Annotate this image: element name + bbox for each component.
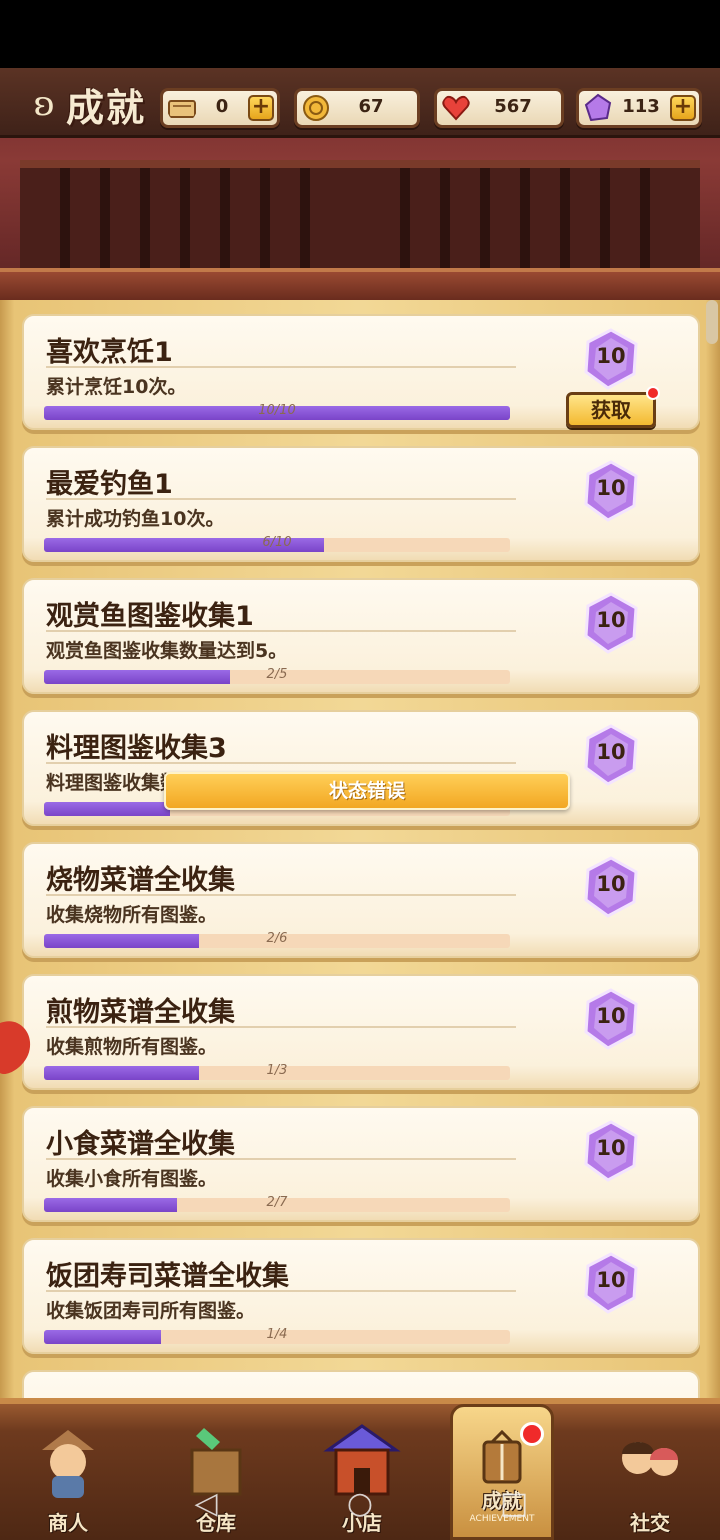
add-ticket-button[interactable]: + <box>248 95 274 121</box>
page-title-text: 成就 <box>66 84 147 130</box>
scrollbar[interactable] <box>706 300 718 344</box>
wall-slat <box>600 168 610 268</box>
merchant-icon <box>42 1430 94 1498</box>
reward-amount: 10 <box>596 1004 626 1028</box>
nav-merchant[interactable]: 商人 <box>8 1410 128 1540</box>
divider <box>46 498 516 500</box>
add-gem-button[interactable]: + <box>670 95 696 121</box>
ticket-icon <box>168 100 196 118</box>
reward-amount: 10 <box>596 872 626 896</box>
gem-value: 113 <box>622 96 660 117</box>
heart-value: 567 <box>494 96 532 117</box>
red-leaf-decoration <box>0 1015 34 1079</box>
achievement-card[interactable]: 喜欢烹饪1 累计烹饪10次。 10/10 10 获取 <box>22 314 700 430</box>
achievement-card[interactable]: 观赏鱼图鉴收集1 观赏鱼图鉴收集数量达到5。 2/5 10 <box>22 578 700 694</box>
divider <box>46 762 516 764</box>
divider <box>46 1290 516 1292</box>
achievement-description: 观赏鱼图鉴收集数量达到5。 <box>46 640 288 662</box>
wall-slat <box>180 168 190 268</box>
ticket-value: 0 <box>215 96 229 117</box>
wall-slat <box>140 168 150 268</box>
reward-amount: 10 <box>596 1136 626 1160</box>
achievement-description: 收集饭团寿司所有图鉴。 <box>46 1300 256 1322</box>
wall-slat <box>400 168 410 268</box>
divider <box>46 1026 516 1028</box>
achievement-list[interactable]: 喜欢烹饪1 累计烹饪10次。 10/10 10 获取 最爱钓鱼1 累计成功钓鱼1… <box>0 300 720 1400</box>
ticket-counter: 0 + <box>160 88 280 128</box>
wall-slat <box>520 168 530 268</box>
wall-slat <box>60 168 70 268</box>
wall-slat <box>100 168 110 268</box>
achievement-name: 小食菜谱全收集 <box>46 1129 235 1160</box>
achievement-description: 收集烧物所有图鉴。 <box>46 904 218 926</box>
wall-slat <box>440 168 450 268</box>
achievement-description: 累计烹饪10次。 <box>46 376 187 398</box>
page-title: ʚ 成就 <box>22 78 146 130</box>
toast-text: 状态错误 <box>328 780 405 802</box>
heart-icon <box>442 95 470 121</box>
progress-text: 1/3 <box>266 1063 288 1078</box>
achievement-card[interactable]: 最爱钓鱼1 累计成功钓鱼10次。 6/10 10 <box>22 446 700 562</box>
error-toast: 状态错误 <box>164 772 570 810</box>
achievement-name: 烧物菜谱全收集 <box>46 865 235 896</box>
wall-slat <box>560 168 570 268</box>
achievement-name: 喜欢烹饪1 <box>46 337 173 368</box>
achievement-description: 累计成功钓鱼10次。 <box>46 508 225 530</box>
progress-text: 10/10 <box>258 403 296 418</box>
notification-badge <box>520 1422 544 1446</box>
wall-rail <box>0 268 720 300</box>
heart-counter: 567 <box>434 88 564 128</box>
achievement-card[interactable]: 小食菜谱全收集 收集小食所有图鉴。 2/7 10 <box>22 1106 700 1222</box>
claim-button[interactable]: 获取 <box>566 392 656 428</box>
system-back-icon[interactable]: ◁ <box>186 1484 226 1524</box>
achievement-name: 煎物菜谱全收集 <box>46 997 235 1028</box>
notification-dot <box>646 386 660 400</box>
achievement-card[interactable]: 煎物菜谱全收集 收集煎物所有图鉴。 1/3 10 <box>22 974 700 1090</box>
wall-slat <box>260 168 270 268</box>
achievement-description: 收集小食所有图鉴。 <box>46 1168 218 1190</box>
achievement-name: 料理图鉴收集3 <box>46 733 227 764</box>
wall-slat <box>300 168 310 268</box>
divider <box>46 630 516 632</box>
achievement-card[interactable]: 烧物菜谱全收集 收集烧物所有图鉴。 2/6 10 <box>22 842 700 958</box>
wall-slat <box>220 168 230 268</box>
reward-amount: 10 <box>596 476 626 500</box>
coin-value: 67 <box>358 96 384 117</box>
coin-icon <box>303 95 329 121</box>
reward-amount: 10 <box>596 608 626 632</box>
system-recents-icon[interactable]: □ <box>494 1484 534 1524</box>
progress-text: 2/5 <box>266 667 288 682</box>
divider <box>46 366 516 368</box>
nav-social[interactable]: 社交 <box>590 1410 710 1540</box>
swirl-icon: ʚ <box>33 84 55 124</box>
achievement-name: 最爱钓鱼1 <box>46 469 173 500</box>
achievement-card[interactable]: 饭团寿司菜谱全收集 收集饭团寿司所有图鉴。 1/4 10 <box>22 1238 700 1354</box>
status-bar <box>0 0 720 68</box>
reward-amount: 10 <box>596 344 626 368</box>
gem-icon <box>584 93 612 122</box>
progress-fill <box>44 802 170 816</box>
reward-amount: 10 <box>596 740 626 764</box>
achievement-name: 饭团寿司菜谱全收集 <box>46 1261 289 1292</box>
achievement-card-partial[interactable] <box>22 1370 700 1400</box>
divider <box>46 894 516 896</box>
system-home-icon[interactable]: ○ <box>340 1484 380 1524</box>
nav-social-label: 社交 <box>630 1511 670 1535</box>
coin-counter: 67 <box>294 88 420 128</box>
wall-slat <box>480 168 490 268</box>
wall-slat <box>640 168 650 268</box>
progress-text: 2/6 <box>266 931 288 946</box>
social-icon <box>622 1442 678 1476</box>
progress-text: 2/7 <box>266 1195 288 1210</box>
gem-counter: 113 + <box>576 88 702 128</box>
nav-merchant-label: 商人 <box>48 1511 88 1535</box>
progress-text: 6/10 <box>262 535 292 550</box>
reward-amount: 10 <box>596 1268 626 1292</box>
divider <box>46 1158 516 1160</box>
achievement-name: 观赏鱼图鉴收集1 <box>46 601 254 632</box>
progress-text: 1/4 <box>266 1327 288 1342</box>
achievement-description: 收集煎物所有图鉴。 <box>46 1036 218 1058</box>
